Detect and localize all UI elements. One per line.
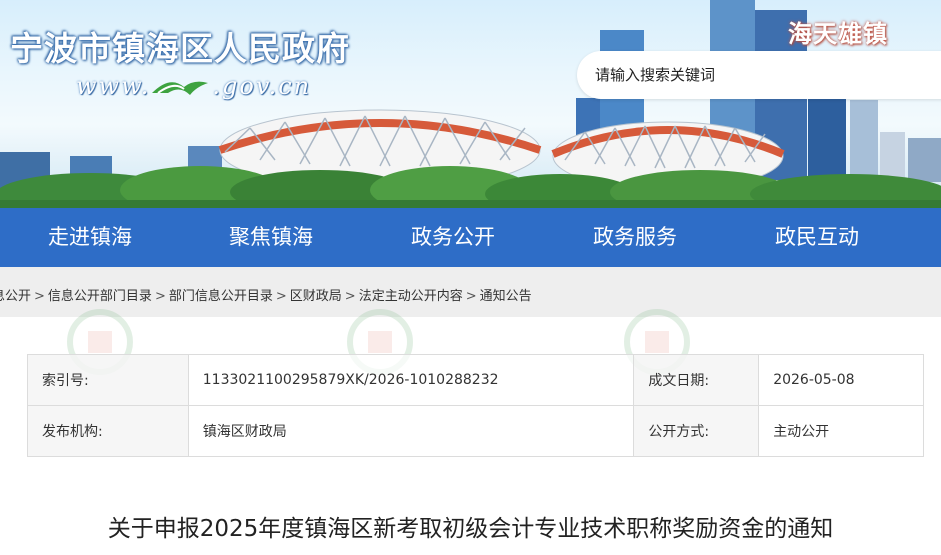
zh-logo-icon (152, 81, 209, 95)
main-nav: 走进镇海 聚焦镇海 政务公开 政务服务 政民互动 (0, 208, 941, 267)
breadcrumb-item-finance-bureau[interactable]: 区财政局 (290, 289, 342, 304)
index-value: 1133021100295879XK/2026-1010288232 (187, 354, 635, 406)
search-box (577, 51, 941, 99)
breadcrumb-item-notices[interactable]: 通知公告 (480, 289, 532, 304)
breadcrumb-separator: > (154, 289, 166, 304)
breadcrumb-separator: > (465, 289, 477, 304)
nav-item-news[interactable]: 聚焦镇海 (180, 208, 362, 267)
meta-row: 发布机构: 镇海区财政局 公开方式: 主动公开 (27, 405, 924, 457)
content-area: 索引号: 1133021100295879XK/2026-1010288232 … (0, 309, 941, 555)
meta-row: 索引号: 1133021100295879XK/2026-1010288232 … (27, 354, 924, 406)
breadcrumb-item-dept-info-directory[interactable]: 部门信息公开目录 (169, 289, 273, 304)
nav-item-services[interactable]: 政务服务 (544, 208, 726, 267)
date-value: 2026-05-08 (758, 354, 924, 406)
document-meta-table: 索引号: 1133021100295879XK/2026-1010288232 … (27, 354, 924, 457)
site-url: www. .gov.cn (76, 72, 311, 100)
breadcrumb-trail: 息公开>信息公开部门目录>部门信息公开目录>区财政局>法定主动公开内容>通知公告 (0, 285, 532, 304)
nav-item-interaction[interactable]: 政民互动 (726, 208, 908, 267)
date-label: 成文日期: (633, 354, 760, 406)
search-input[interactable] (595, 63, 925, 87)
disclosure-mode-value: 主动公开 (758, 405, 924, 457)
breadcrumb-item-statutory-content[interactable]: 法定主动公开内容 (359, 289, 463, 304)
breadcrumb-separator: > (34, 289, 45, 304)
nav-item-gov-affairs[interactable]: 政务公开 (362, 208, 544, 267)
breadcrumb-separator: > (275, 289, 287, 304)
slogan-calligraphy: 海天雄镇 (788, 19, 888, 48)
document-title: 关于申报2025年度镇海区新考取初级会计专业技术职称奖励资金的通知 (107, 516, 834, 542)
site-url-suffix: .gov.cn (212, 72, 312, 100)
breadcrumb-separator: > (344, 289, 356, 304)
nav-item-about[interactable]: 走进镇海 (0, 208, 180, 267)
site-title[interactable]: 宁波市镇海区人民政府 (10, 22, 350, 70)
index-label: 索引号: (27, 354, 189, 406)
disclosure-mode-label: 公开方式: (633, 405, 760, 457)
breadcrumb-item-info-public[interactable]: 息公开 (0, 289, 31, 304)
publisher-label: 发布机构: (27, 405, 189, 457)
site-url-prefix: www. (76, 72, 151, 100)
breadcrumb-item-dept-directory[interactable]: 信息公开部门目录 (48, 289, 152, 304)
header-banner: 宁波市镇海区人民政府 www. .gov.cn 海天雄镇 (0, 0, 941, 208)
publisher-value: 镇海区财政局 (187, 405, 635, 457)
